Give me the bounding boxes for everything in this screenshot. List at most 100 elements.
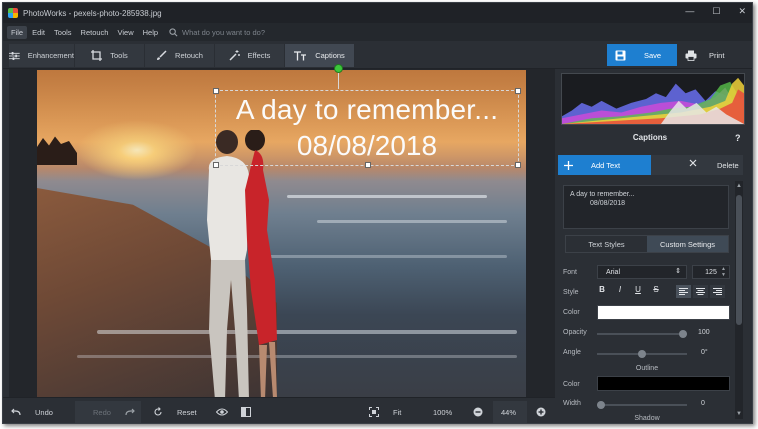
undo-button[interactable]: Undo <box>11 403 53 421</box>
menu-bar: File Edit Tools Retouch View Help What d… <box>3 23 752 41</box>
add-text-button[interactable]: Add Text <box>558 155 651 175</box>
bottom-bar: Undo Redo Reset Fit 100% 44% <box>3 397 555 423</box>
resize-handle-bl[interactable] <box>213 162 219 168</box>
text-color-swatch[interactable] <box>597 305 730 320</box>
underline-button[interactable]: U <box>633 285 643 294</box>
tool-tabs: Enhancement Tools Retouch Effects Captio… <box>9 44 355 67</box>
close-icon[interactable]: ✕ <box>738 6 746 17</box>
zoom-field[interactable]: 44% <box>501 403 516 421</box>
caption-text-line2[interactable]: 08/08/2018 <box>215 130 519 162</box>
zoom-100-button[interactable]: 100% <box>433 403 452 421</box>
menu-view[interactable]: View <box>113 26 137 39</box>
save-label: Save <box>644 50 662 60</box>
minimize-icon[interactable]: — <box>685 6 694 17</box>
compare-button[interactable] <box>241 403 251 421</box>
outline-width-slider-knob[interactable] <box>597 401 605 409</box>
tab-text-styles[interactable]: Text Styles <box>566 236 647 252</box>
zoom-value: 44% <box>501 407 517 417</box>
opacity-slider-knob[interactable] <box>679 330 687 338</box>
angle-value: 0° <box>701 349 708 356</box>
compare-icon <box>241 407 251 417</box>
menu-retouch[interactable]: Retouch <box>77 26 113 39</box>
align-left-icon <box>679 288 688 295</box>
reset-icon <box>154 407 162 416</box>
font-select[interactable]: Arial ⇕ <box>597 265 687 279</box>
rotation-stem <box>338 73 339 89</box>
undo-icon <box>11 408 21 416</box>
align-left-button[interactable] <box>676 285 691 298</box>
histogram <box>561 73 745 125</box>
photo-canvas[interactable]: A day to remember... 08/08/2018 <box>37 70 526 397</box>
magic-wand-icon <box>229 50 240 61</box>
strikethrough-button[interactable]: S <box>651 285 661 294</box>
wave-crest <box>287 195 487 198</box>
outline-width-value: 0 <box>701 400 705 407</box>
align-center-button[interactable] <box>693 285 708 298</box>
outline-width-slider[interactable] <box>597 401 687 409</box>
tab-effects[interactable]: Effects <box>215 44 285 67</box>
delete-button[interactable]: Delete <box>651 155 743 175</box>
maximize-icon[interactable]: ☐ <box>712 6 720 17</box>
window-title: PhotoWorks - pexels-photo-285938.jpg <box>23 8 162 18</box>
stepper-arrows-icon[interactable]: ▲ ▼ <box>721 266 726 278</box>
print-label: Print <box>709 50 725 60</box>
style-tabs: Text Styles Custom Settings <box>565 235 729 253</box>
align-right-button[interactable] <box>710 285 725 298</box>
fit-button[interactable]: Fit <box>369 403 401 421</box>
tab-custom-settings[interactable]: Custom Settings <box>647 236 728 252</box>
opacity-slider[interactable] <box>597 330 687 338</box>
reset-label: Reset <box>177 407 197 417</box>
plus-icon <box>564 160 573 170</box>
fit-label: Fit <box>393 407 402 417</box>
resize-handle-bottom[interactable] <box>365 162 371 168</box>
menu-file[interactable]: File <box>7 25 28 39</box>
fit-screen-icon <box>369 407 379 417</box>
undo-label: Undo <box>35 407 53 417</box>
search-input[interactable]: What do you want to do? <box>182 28 265 37</box>
outline-section-label: Outline <box>635 365 659 372</box>
resize-handle-br[interactable] <box>515 162 521 168</box>
tab-tools[interactable]: Tools <box>75 44 145 67</box>
zoom-100-label: 100% <box>433 407 453 417</box>
sliders-icon <box>9 51 20 60</box>
color-label: Color <box>563 309 580 316</box>
reset-button[interactable]: Reset <box>153 403 197 421</box>
zoom-in-button[interactable] <box>536 403 546 421</box>
preview-button[interactable] <box>216 403 228 421</box>
tab-retouch[interactable]: Retouch <box>145 44 215 67</box>
menu-tools[interactable]: Tools <box>50 26 76 39</box>
tab-tools-label: Tools <box>110 51 128 60</box>
bold-button[interactable]: B <box>597 285 607 294</box>
main-toolbar: Enhancement Tools Retouch Effects Captio… <box>3 41 752 69</box>
align-right-icon <box>713 288 722 295</box>
tab-captions[interactable]: Captions <box>285 44 355 67</box>
menu-edit[interactable]: Edit <box>28 26 49 39</box>
print-button[interactable]: Print <box>681 44 741 66</box>
italic-button[interactable]: I <box>615 285 625 294</box>
scroll-up-icon[interactable]: ▲ <box>736 183 742 189</box>
wave-crest <box>317 220 507 223</box>
panel-scrollbar[interactable]: ▲ ▼ <box>735 181 743 419</box>
menu-help[interactable]: Help <box>139 26 162 39</box>
caption-text-line1[interactable]: A day to remember... <box>215 94 519 126</box>
angle-slider-knob[interactable] <box>638 350 646 358</box>
angle-label: Angle <box>563 349 581 356</box>
help-button[interactable]: ? <box>735 133 741 143</box>
angle-slider[interactable] <box>597 350 687 358</box>
caption-text-input[interactable]: A day to remember... 08/08/2018 <box>563 185 729 229</box>
canvas-area: A day to remember... 08/08/2018 <box>9 64 555 397</box>
font-size-value: 125 <box>705 268 717 276</box>
rotation-handle[interactable] <box>334 64 343 73</box>
redo-button[interactable]: Redo <box>93 403 135 421</box>
floppy-disk-icon <box>615 50 626 60</box>
zoom-out-button[interactable] <box>473 403 483 421</box>
save-button[interactable]: Save <box>607 44 677 66</box>
command-search[interactable]: What do you want to do? <box>169 28 265 37</box>
font-size-stepper[interactable]: 125 ▲ ▼ <box>692 265 730 279</box>
scrollbar-thumb[interactable] <box>736 195 742 325</box>
outline-color-label: Color <box>563 381 580 388</box>
opacity-value: 100 <box>698 329 710 336</box>
tab-enhancement[interactable]: Enhancement <box>9 44 75 67</box>
search-icon <box>169 27 178 36</box>
outline-color-swatch[interactable] <box>597 376 730 391</box>
